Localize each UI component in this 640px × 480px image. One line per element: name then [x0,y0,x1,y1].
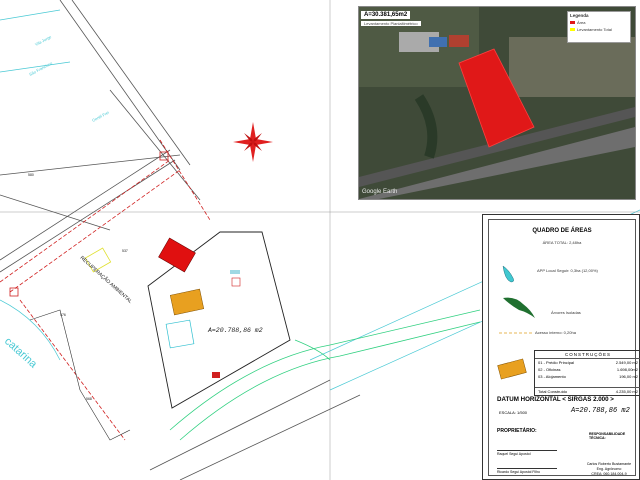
construcoes-title: CONSTRUÇÕES [535,351,640,359]
construcao-row: 01 - Prédio Principal 2.549,00 m2 [538,360,638,365]
panel-subtitle: ÁREA TOTAL: 2,48ha [542,240,582,245]
construcao-row: 02 - Oficinas 1.698,00m2 [538,367,638,372]
construction-icon [497,358,527,380]
engineer-block: Carlos Roberto Bustamante Eng. Agrônomo … [579,462,639,477]
road-label-3: São Francisco [28,60,54,77]
main-building [158,237,196,273]
escala-label: ESCALA: 1/500 [499,410,528,415]
area-table-panel: QUADRO DE ÁREAS ÁREA TOTAL: 2,48ha APP L… [482,214,640,480]
owner2-signature: Ricardo Segui Apostol Filho [497,468,557,474]
workshop-building [169,288,205,316]
recuperacao-label: RECUPERAÇÃO AMBIENTAL [79,254,134,305]
legend-swatch [570,21,575,24]
panel-title: QUADRO DE ÁREAS [532,228,592,234]
area-label: A=20.788,86 m2 [207,327,263,334]
panel-area-label: A=20.788,86 m2 [571,407,630,415]
total-row: Total Construído 4.235,00 m2 [535,387,640,395]
datum-label: DATUM HORIZONTAL < SIRGAS 2.000 > [497,396,614,403]
acesso-label: Acesso interno: 0,20ha [535,330,576,335]
lot-label: 580 [28,173,34,177]
legend-swatch [570,28,575,31]
aerial-subtitle: Levantamento Planialtimétrico [361,21,421,26]
access-line-icon [499,332,533,334]
north-arrow-icon [233,122,273,162]
arvores-label: Árvores Isoladas [551,310,581,315]
lot-label: 576 [60,313,66,317]
legend-item: Área [577,20,586,25]
lodging-building [165,319,195,349]
aerial-legend: Legenda Área Levantamento Total [567,11,631,43]
lot-label: 568 [86,397,92,401]
road-label-1: Vila Jorge [34,34,53,47]
lot-label: 537 [122,249,128,253]
owner1-signature: Raquel Segui Apostol [497,450,557,456]
aerial-area-label: A=30.381,65m2 [361,11,411,19]
legend-title: Legenda [570,13,589,18]
construcao-row: 03 - Alojamento 196,00 m2 [538,374,638,379]
road-label-2: Gentil Frei [91,110,110,123]
aerial-image: A=30.381,65m2 Levantamento Planialtimétr… [358,6,636,200]
catarina-label: catarina [2,335,40,371]
responsavel-title: RESPONSABILIDADE TÉCNICA: [589,432,626,440]
engineer-crea: CREA: 060.184.004-9 [591,472,627,476]
construcoes-table: CONSTRUÇÕES 01 - Prédio Principal 2.549,0… [534,350,640,396]
app-icon [502,265,514,283]
app-label: APP Local Seguir: 0,3ha (12,00%) [537,268,598,273]
legend-item: Levantamento Total [577,27,612,32]
google-earth-watermark: Google Earth [362,189,398,195]
proprietario-title: PROPRIETÁRIO: [497,428,537,434]
trees-icon [503,297,535,318]
